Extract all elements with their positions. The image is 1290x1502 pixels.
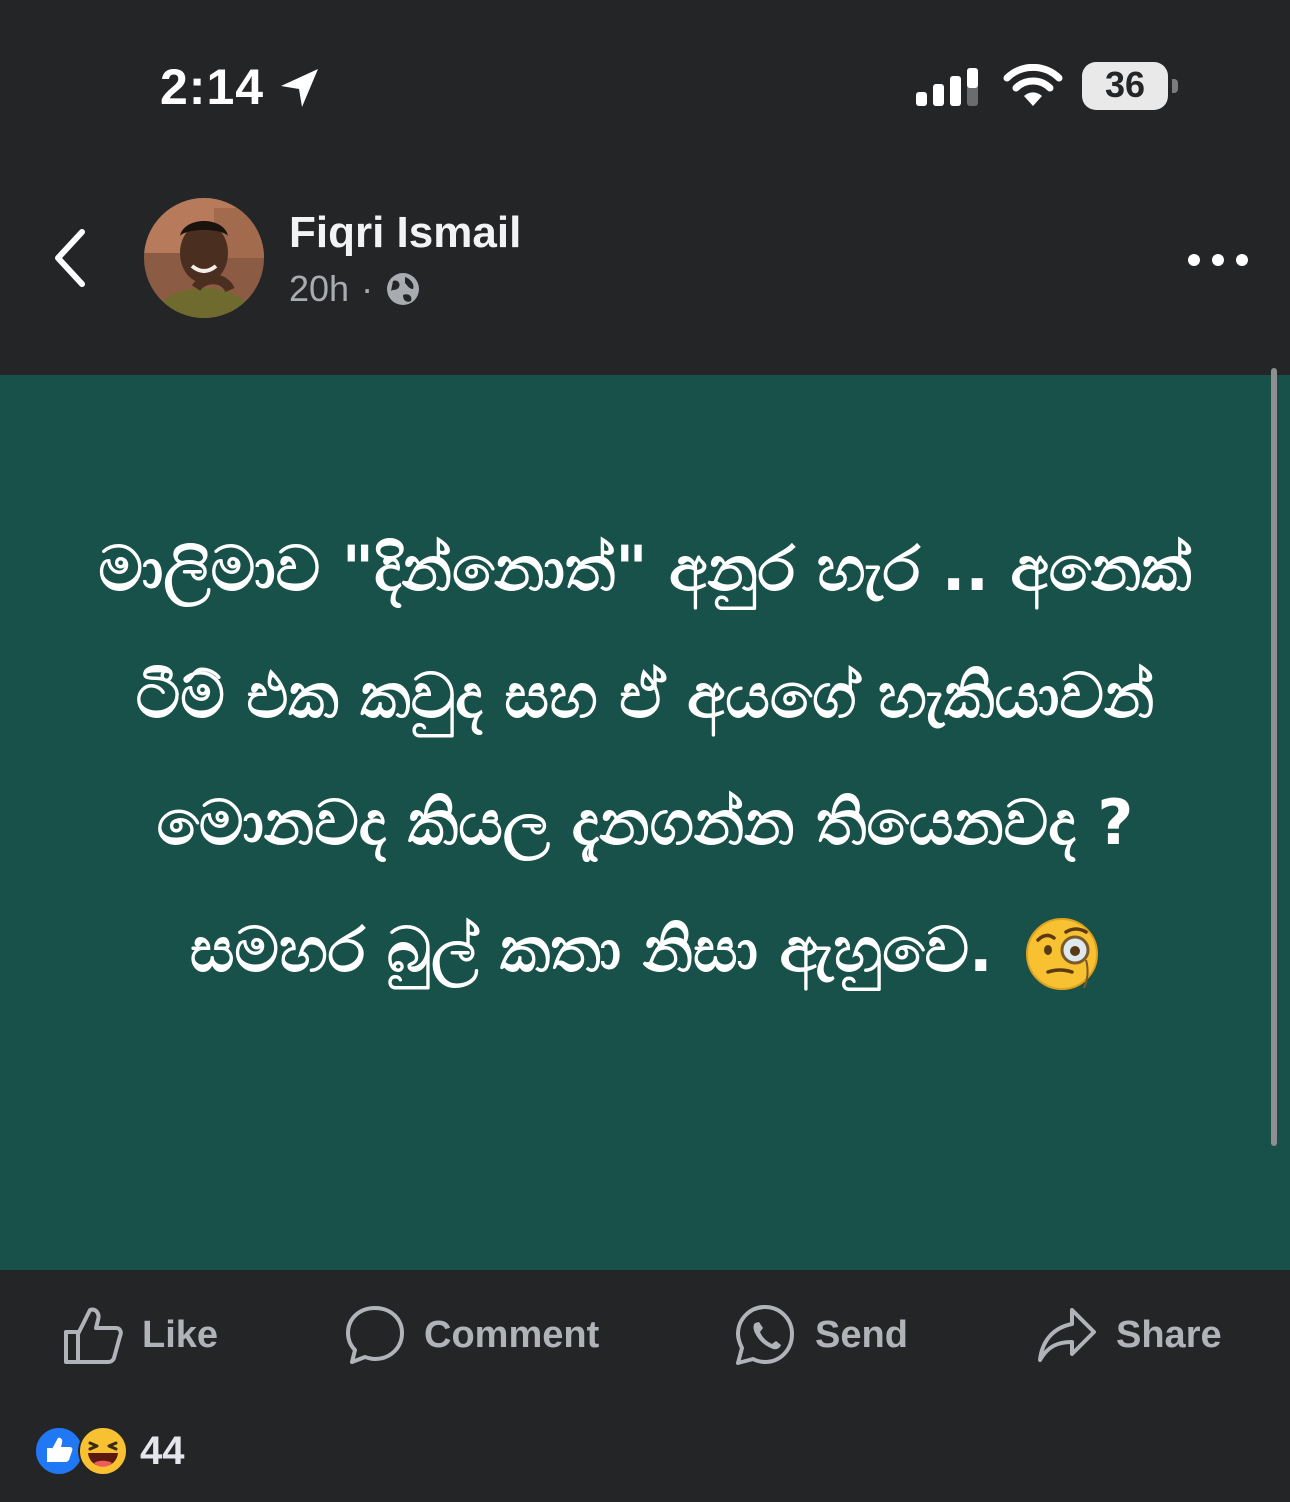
post-meta: 20h · — [289, 268, 421, 310]
status-time: 2:14 — [160, 59, 265, 115]
reactions-summary[interactable]: 44 — [34, 1425, 185, 1477]
cellular-signal-icon — [916, 68, 978, 106]
wifi-icon — [1003, 64, 1063, 106]
whatsapp-icon — [736, 1305, 794, 1365]
face-with-monocle-emoji — [1026, 917, 1099, 990]
chevron-left-icon[interactable] — [50, 228, 90, 288]
share-arrow-icon — [1038, 1308, 1096, 1362]
like-label: Like — [142, 1313, 219, 1356]
like-button[interactable]: Like — [62, 1300, 218, 1370]
comment-bubble-icon — [346, 1306, 404, 1364]
battery-icon: 36 — [1082, 62, 1178, 110]
send-label: Send — [815, 1313, 908, 1356]
post-text-block: මාලිමාව "දින්නොත්" අනුර හැර .. අනෙක් ටීම… — [60, 505, 1230, 1013]
send-button[interactable]: Send — [733, 1300, 908, 1370]
more-options-icon[interactable] — [1186, 250, 1250, 270]
globe-icon — [387, 273, 420, 305]
author-name[interactable]: Fiqri Ismail — [289, 208, 521, 258]
author-avatar[interactable] — [144, 198, 264, 318]
haha-reaction-icon — [78, 1426, 128, 1476]
meta-separator: · — [361, 268, 374, 309]
share-label: Share — [1116, 1313, 1222, 1356]
comment-button[interactable]: Comment — [344, 1300, 599, 1370]
action-bar: Like Comment Send Share — [0, 1270, 1290, 1400]
scrollbar[interactable] — [1271, 368, 1277, 1146]
post-card: මාලිමාව "දින්නොත්" අනුර හැර .. අනෙක් ටීම… — [0, 375, 1290, 1270]
comment-label: Comment — [424, 1313, 600, 1356]
share-button[interactable]: Share — [1036, 1300, 1222, 1370]
status-bar: 2:14 36 — [0, 0, 1290, 150]
post-header: Fiqri Ismail 20h · — [0, 180, 1290, 340]
location-arrow-icon — [281, 69, 318, 107]
reaction-count: 44 — [140, 1428, 185, 1473]
post-time[interactable]: 20h — [289, 268, 349, 310]
like-reaction-icon — [34, 1426, 84, 1476]
battery-level: 36 — [1104, 64, 1146, 105]
thumbs-up-icon — [64, 1307, 123, 1364]
